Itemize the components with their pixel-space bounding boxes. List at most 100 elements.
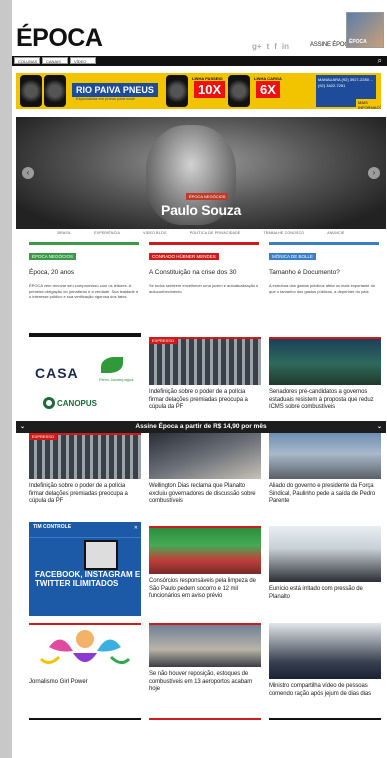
ad-casa-leaf-label: Pleno Jacarepaguá [99,377,134,382]
news-image[interactable] [149,433,261,479]
hero-nav-item[interactable]: BRASIL [58,231,72,239]
search-icon[interactable]: ⌕ [378,56,382,66]
hero-nav-item[interactable]: TRABALHE CONOSCO [263,231,304,239]
ad-casa-brand: CASA [35,365,79,381]
news-image[interactable] [269,623,381,679]
ad-tim-logo: TIM CONTROLE [33,524,72,530]
chevron-right-icon[interactable]: › [368,167,380,179]
news-image[interactable] [149,623,261,667]
ad-offer2: 6X [256,81,280,98]
card-accent-bar [269,242,379,245]
hero-nav-item[interactable]: VIDEO BLOG [143,231,167,239]
subscribe-bar[interactable]: ⌄ Assine Época a partir de R$ 14,90 por … [16,421,386,433]
ad-offer1: 10X [194,81,226,98]
card-title[interactable]: Época, 20 anos [29,269,139,277]
news-card[interactable]: Eunício está irritado com pressão de Pla… [269,526,381,601]
hero-nav-item[interactable]: ANUNCIE [327,231,344,239]
hero-nav-item[interactable]: POLÍTICA DE PRIVACIDADE [190,231,241,239]
news-image[interactable] [269,526,381,582]
news-image[interactable]: EXPRESSO [149,337,261,385]
news-caption[interactable]: Consórcios responsáveis pela limpeza de … [149,578,261,601]
card-title[interactable]: A Constituição na crise dos 30 [149,269,259,277]
card-ribbon: EXPRESSO [149,337,178,344]
news-image[interactable] [149,526,261,574]
hero-nav: BRASIL EXPERIÊNCIA VIDEO BLOG POLÍTICA D… [16,231,386,239]
news-image[interactable] [269,337,381,385]
top-nav-bar: COLUNAS CANAIS VÍDEO ⌕ [12,56,387,66]
card-accent-bar [149,242,259,245]
text-card[interactable]: ÉPOCA NEGÓCIOS Época, 20 anos ÉPOCA vem … [29,242,139,327]
site-header: ÉPOCA g+ t f in ASSINE ÉPOCA ÉPOCA COLUN… [12,0,387,68]
card-ribbon: EXPRESSO [29,433,58,440]
chevron-down-icon[interactable]: ⌄ [20,421,25,433]
subscribe-bar-text[interactable]: Assine Época a partir de R$ 14,90 por mê… [135,423,266,430]
google-plus-icon[interactable]: g+ [252,42,262,51]
hero-title[interactable]: Paulo Souza [16,202,386,218]
accent-line [149,526,261,528]
ad-cta[interactable]: MAIS INFORMAÇÕES [356,99,381,109]
ad-brand: RIO PAIVA PNEUS [72,83,158,97]
card-desc: Se todos sentirem envelhecer uma jovem e… [149,283,259,294]
text-card[interactable]: CONRADO HÜBNER MENDES A Constituição na … [149,242,259,327]
news-caption[interactable]: Ministro compartilha vídeo de pessoas co… [269,683,381,698]
chevron-left-icon[interactable]: ‹ [22,167,34,179]
ad-casa-shopping[interactable]: CASA Pleno Jacarepaguá CANOPUS [29,333,141,421]
news-card-stub[interactable] [269,718,381,758]
news-card[interactable]: EXPRESSO Indefinição sobre o poder de a … [29,433,141,506]
leaf-icon [101,357,123,373]
news-caption[interactable]: Se não houver reposição, estoques de com… [149,671,261,694]
news-image[interactable] [269,433,381,479]
card-title[interactable]: Tamanho é Documento? [269,269,379,277]
twitter-icon[interactable]: t [267,42,270,51]
hero-slider[interactable]: ÉPOCA NEGÓCIOS Paulo Souza ‹ › [16,117,386,229]
news-card[interactable]: EXPRESSO Indefinição sobre o poder de a … [149,337,261,412]
hero-nav-item[interactable]: EXPERIÊNCIA [94,231,120,239]
card-tag: CONRADO HÜBNER MENDES [149,253,219,260]
news-caption[interactable]: Jornalismo Girl Power [29,679,141,685]
news-card[interactable]: Ministro compartilha vídeo de pessoas co… [269,623,381,698]
news-image[interactable]: EXPRESSO [29,433,141,479]
news-card[interactable]: Consórcios responsáveis pela limpeza de … [149,526,261,601]
news-card-stub[interactable] [149,718,261,758]
close-icon[interactable]: ✕ [134,525,138,531]
card-tag: MÔNICA DE BOLLE [269,253,317,260]
news-card[interactable]: Se não houver reposição, estoques de com… [149,623,261,694]
news-caption[interactable]: Indefinição sobre o poder de a polícia f… [29,483,141,506]
magazine-label: ÉPOCA [349,39,367,45]
tire-icon [20,75,42,107]
nav-tab-canais[interactable]: CANAIS [42,57,68,64]
ad-tim-header: TIM CONTROLE ✕ [29,522,141,538]
news-caption[interactable]: Indefinição sobre o poder de a polícia f… [149,389,261,412]
news-card[interactable]: Senadores pré-candidatos a governos esta… [269,337,381,412]
magazine-cover[interactable]: ÉPOCA [346,12,384,48]
news-caption[interactable]: Aliado do governo e presidente da Força … [269,483,381,506]
linkedin-icon[interactable]: in [282,42,289,51]
art-card[interactable]: Jornalismo Girl Power [29,623,141,685]
card-accent-bar [29,242,139,245]
news-card[interactable]: Wellington Dias reclama que Planalto exc… [149,433,261,506]
news-card[interactable]: Aliado do governo e presidente da Força … [269,433,381,506]
nav-tab-video[interactable]: VÍDEO [70,57,96,64]
tire-icon [228,75,250,107]
facebook-icon[interactable]: f [274,42,277,51]
news-card-stub[interactable] [29,718,141,758]
ad-tim-text: FACEBOOK, INSTAGRAM E TWITTER ILIMITADOS [35,570,141,588]
nav-tab-colunas[interactable]: COLUNAS [14,57,40,64]
ad-brand-sub: Especialista em pneus para você [76,96,135,101]
news-caption[interactable]: Senadores pré-candidatos a governos esta… [269,389,381,412]
news-caption[interactable]: Eunício está irritado com pressão de Pla… [269,586,381,601]
card-tag: ÉPOCA NEGÓCIOS [29,253,77,260]
tire-icon [166,75,188,107]
ad-casa-partner: CANOPUS [57,399,98,408]
text-card[interactable]: MÔNICA DE BOLLE Tamanho é Documento? A e… [269,242,379,327]
page: ÉPOCA g+ t f in ASSINE ÉPOCA ÉPOCA COLUN… [12,0,387,758]
card-desc: ÉPOCA vem renovar seu compromisso com os… [29,283,139,299]
chevron-down-icon[interactable]: ⌄ [377,421,382,433]
social-links: g+ t f in [252,42,289,51]
news-caption[interactable]: Wellington Dias reclama que Planalto exc… [149,483,261,506]
ad-banner[interactable]: RIO PAIVA PNEUS Especialista em pneus pa… [16,73,381,109]
ad-tim[interactable]: TIM CONTROLE ✕ FACEBOOK, INSTAGRAM E TWI… [29,522,141,616]
illustration-icon [29,623,141,664]
site-logo[interactable]: ÉPOCA [16,24,103,53]
phone-icon [84,540,118,570]
